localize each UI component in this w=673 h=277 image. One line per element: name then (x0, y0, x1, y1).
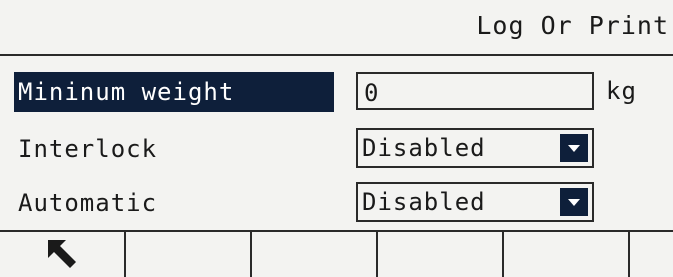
terminal-screen: Log Or Print Mininum weight 0 kg Interlo… (0, 0, 673, 277)
softkey-4[interactable] (378, 232, 504, 277)
softkey-back[interactable] (0, 232, 126, 277)
automatic-row: Automatic Disabled (0, 180, 673, 226)
chevron-down-icon[interactable] (560, 188, 588, 216)
interlock-value: Disabled (362, 134, 486, 162)
automatic-select[interactable]: Disabled (356, 182, 594, 222)
page-title: Log Or Print (476, 11, 669, 40)
chevron-down-icon[interactable] (560, 134, 588, 162)
interlock-row: Interlock Disabled (0, 126, 673, 172)
softkey-6[interactable] (630, 232, 673, 277)
interlock-label: Interlock (18, 135, 158, 163)
automatic-value: Disabled (362, 188, 486, 216)
automatic-label: Automatic (18, 189, 158, 217)
softkey-3[interactable] (252, 232, 378, 277)
softkey-5[interactable] (504, 232, 630, 277)
minimum-weight-row: Mininum weight 0 kg (0, 70, 673, 116)
back-arrow-icon (46, 238, 80, 274)
softkey-2[interactable] (126, 232, 252, 277)
weight-unit-label: kg (606, 77, 637, 105)
interlock-select[interactable]: Disabled (356, 128, 594, 168)
minimum-weight-label[interactable]: Mininum weight (14, 72, 334, 112)
minimum-weight-input[interactable]: 0 (356, 72, 594, 110)
softkey-bar (0, 230, 673, 277)
header-bar: Log Or Print (0, 0, 673, 56)
